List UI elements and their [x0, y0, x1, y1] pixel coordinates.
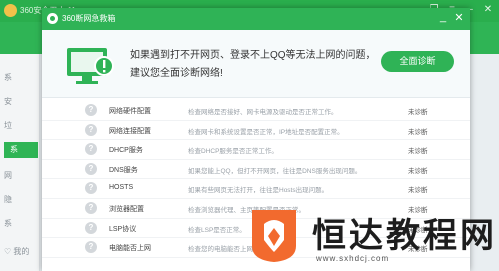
sidebar-bottom-link[interactable]: ♡ 我的 — [4, 246, 29, 257]
item-name: LSP协议 — [109, 225, 137, 233]
item-description: 检查网络是否接好、网卡电源及驱动是否正常工作。 — [188, 109, 338, 116]
question-icon: ? — [85, 221, 97, 234]
watermark-logo-icon — [252, 210, 296, 262]
item-description: 检查DHCP服务是否正常工作。 — [188, 148, 278, 156]
minimize-icon[interactable]: _ — [436, 11, 450, 25]
item-status: 未诊断 — [408, 109, 428, 116]
sidebar-item-active[interactable]: 系 — [4, 142, 38, 158]
diagnose-banner: 如果遇到打不开网页、登录不上QQ等无法上网的问题， 建议您全面诊断网络! 全面诊… — [42, 30, 470, 98]
item-name: 浏览器配置 — [109, 205, 144, 213]
dialog-title: 360断网急救箱 — [62, 14, 116, 23]
item-status: 未诊断 — [408, 128, 428, 136]
sidebar-bottom-label: 我的 — [13, 247, 30, 256]
question-icon: ? — [85, 104, 97, 116]
banner-text-line1: 如果遇到打不开网页、登录不上QQ等无法上网的问题， — [130, 50, 376, 61]
app-logo-icon — [4, 4, 17, 17]
question-icon: ? — [85, 162, 97, 175]
list-item: ? DNS服务 如果您能上QQ，但打不开网页，往往是DNS服务出现问题。 未诊断 — [42, 160, 470, 180]
question-icon: ? — [85, 241, 97, 254]
item-name: 电脑能否上网 — [109, 245, 151, 253]
monitor-icon — [67, 48, 114, 84]
item-status: 未诊断 — [408, 167, 428, 175]
list-item: ? 网络连接配置 检查网卡和系统设置是否正常，IP地址是否配置正常。 未诊断 — [42, 121, 470, 141]
sidebar-item[interactable]: 安 — [4, 96, 38, 107]
list-item: ? DHCP服务 检查DHCP服务是否正常工作。 未诊断 — [42, 140, 470, 160]
sidebar-item[interactable]: 垃 — [4, 120, 38, 131]
question-icon: ? — [85, 201, 97, 214]
watermark-url: www.sxhdcj.com — [316, 254, 390, 263]
rescue-logo-icon — [47, 13, 58, 24]
dialog-title-bar[interactable]: 360断网急救箱 _ ✕ — [42, 8, 470, 30]
full-diagnose-button[interactable]: 全面诊断 — [381, 51, 454, 72]
list-item: ? 网络硬件配置 检查网络是否接好、网卡电源及驱动是否正常工作。 未诊断 — [42, 101, 470, 121]
question-icon: ? — [85, 123, 97, 136]
watermark: 恒达教程网 www.sxhdcj.com — [246, 204, 498, 270]
item-status: 未诊断 — [408, 187, 428, 195]
banner-text-line2: 建议您全面诊断网络! — [130, 68, 223, 79]
close-icon[interactable]: ✕ — [452, 11, 466, 25]
sidebar-item[interactable]: 网 — [4, 170, 38, 181]
close-icon[interactable]: ✕ — [481, 3, 495, 17]
item-status: 未诊断 — [408, 148, 428, 156]
sidebar-item[interactable]: 系 — [4, 218, 38, 229]
question-icon: ? — [85, 182, 97, 195]
background-sidebar: 系 安 垃 系 网 隐 系 — [0, 54, 40, 271]
item-name: DHCP服务 — [109, 147, 143, 155]
item-name: HOSTS — [109, 184, 134, 192]
sidebar-item[interactable]: 系 — [4, 72, 38, 83]
item-name: 网络连接配置 — [109, 127, 151, 135]
item-description: 检查网卡和系统设置是否正常，IP地址是否配置正常。 — [188, 128, 344, 136]
item-name: 网络硬件配置 — [109, 108, 151, 115]
list-item: ? HOSTS 如果有些网页无法打开，往往是Hosts出现问题。 未诊断 — [42, 179, 470, 199]
question-icon: ? — [85, 143, 97, 156]
sidebar-item[interactable]: 隐 — [4, 194, 38, 205]
item-description: 如果有些网页无法打开，往往是Hosts出现问题。 — [188, 187, 329, 195]
item-description: 如果您能上QQ，但打不开网页，往往是DNS服务出现问题。 — [188, 167, 362, 175]
item-description: 检查LSP是否正常。 — [188, 226, 246, 234]
item-name: DNS服务 — [109, 166, 138, 174]
watermark-site-name: 恒达教程网 — [312, 217, 497, 255]
